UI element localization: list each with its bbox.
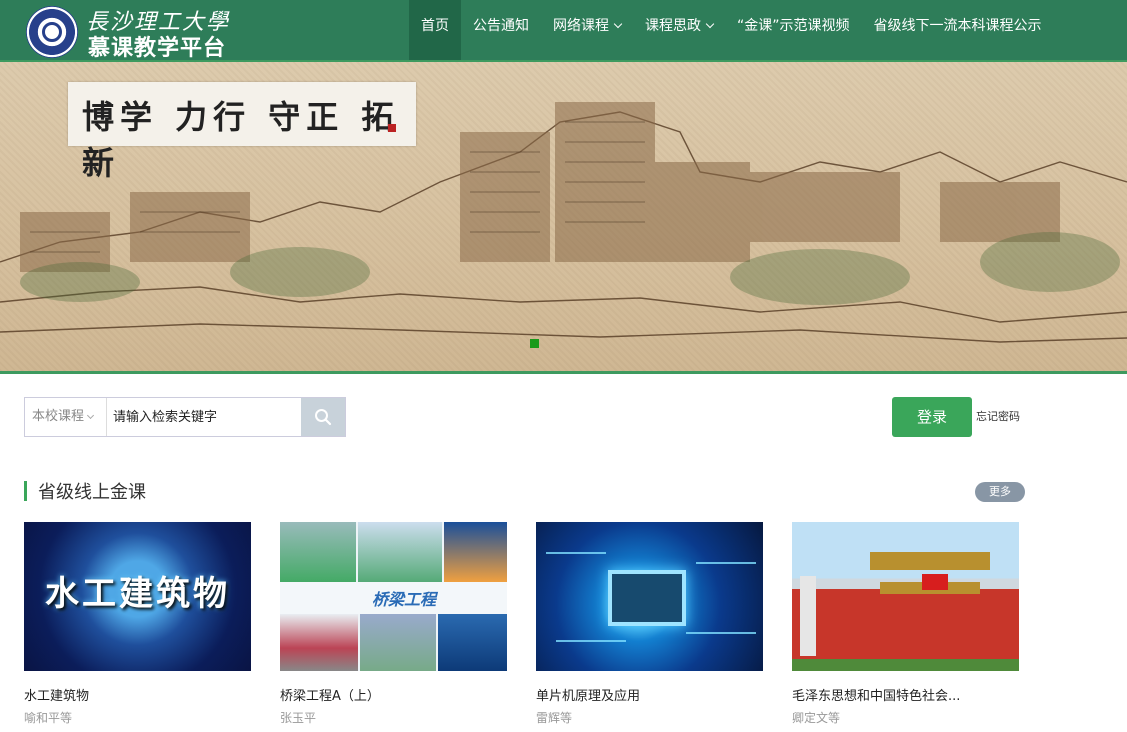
microchip-icon: [608, 570, 686, 626]
search-scope-label: 本校课程: [32, 409, 85, 424]
nav-item-label: 课程思政: [645, 18, 701, 34]
search-button[interactable]: [301, 398, 345, 436]
section-accent-bar: [24, 481, 27, 501]
nav-item-label: 省级线下一流本科课程公示: [873, 18, 1042, 34]
nav-item-announcements[interactable]: 公告通知: [461, 0, 541, 60]
more-button[interactable]: 更多: [975, 482, 1025, 502]
search-icon: [315, 409, 332, 426]
top-header: 長沙理工大學 慕课教学平台 首页 公告通知 网络课程 课程思政 “金课”示范课视…: [0, 0, 1127, 61]
course-name[interactable]: 毛泽东思想和中国特色社会...: [792, 685, 1019, 704]
nav-item-label: 网络课程: [553, 18, 609, 34]
nav-item-online-courses[interactable]: 网络课程: [541, 0, 633, 60]
logo-title: 慕课教学平台: [88, 36, 227, 61]
university-emblem-icon: [26, 6, 78, 58]
site-logo[interactable]: 長沙理工大學 慕课教学平台: [26, 4, 266, 61]
course-card[interactable]: 桥梁工程 桥梁工程A（上） 张玉平: [280, 522, 507, 726]
seal-stamp-icon: [388, 124, 396, 132]
course-thumbnail[interactable]: 水工建筑物: [24, 522, 251, 671]
main-nav: 首页 公告通知 网络课程 课程思政 “金课”示范课视频 省级线下一流本科课程公示: [409, 0, 1054, 60]
course-card[interactable]: 水工建筑物 水工建筑物 喻和平等: [24, 522, 251, 726]
school-motto-plaque: 博学 力行 守正 拓新: [68, 82, 416, 182]
course-card-list: 水工建筑物 水工建筑物 喻和平等 桥梁工程 桥梁工程A（上） 张玉平 单片机原理…: [24, 522, 1024, 732]
course-teacher: 张玉平: [280, 711, 317, 725]
search-scope-select[interactable]: 本校课程: [25, 398, 107, 436]
course-teacher: 喻和平等: [24, 711, 73, 725]
nav-item-label: 首页: [421, 18, 449, 34]
red-flag-icon: [922, 574, 948, 590]
school-motto-text: 博学 力行 守正 拓新: [82, 98, 400, 182]
chevron-down-icon: [86, 411, 95, 420]
course-teacher: 雷辉等: [536, 711, 573, 725]
course-card[interactable]: 单片机原理及应用 雷辉等: [536, 522, 763, 726]
hero-banner[interactable]: 博学 力行 守正 拓新: [0, 60, 1127, 374]
chevron-down-icon: [705, 19, 715, 29]
course-thumbnail[interactable]: [536, 522, 763, 671]
course-name[interactable]: 单片机原理及应用: [536, 685, 763, 704]
login-button[interactable]: 登录: [892, 397, 972, 437]
nav-item-label: 公告通知: [473, 18, 529, 34]
section-title: 省级线上金课: [38, 482, 146, 503]
chevron-down-icon: [613, 19, 623, 29]
course-name[interactable]: 桥梁工程A（上）: [280, 685, 507, 704]
forgot-password-link[interactable]: 忘记密码: [976, 408, 1020, 424]
search-input[interactable]: [107, 398, 301, 436]
course-search: 本校课程: [24, 397, 346, 437]
nav-item-course-ideology[interactable]: 课程思政: [633, 0, 725, 60]
course-teacher: 卿定文等: [792, 711, 841, 725]
nav-item-offline-course-notice[interactable]: 省级线下一流本科课程公示: [862, 0, 1054, 60]
nav-item-home[interactable]: 首页: [409, 0, 461, 60]
course-name[interactable]: 水工建筑物: [24, 685, 251, 704]
course-card[interactable]: 毛泽东思想和中国特色社会... 卿定文等: [792, 522, 1019, 726]
nav-item-golden-course-videos[interactable]: “金课”示范课视频: [725, 0, 862, 60]
thumbnail-title: 水工建筑物: [45, 574, 230, 614]
course-thumbnail[interactable]: [792, 522, 1019, 671]
nav-item-label: “金课”示范课视频: [737, 18, 850, 34]
carousel-indicator-active[interactable]: [530, 339, 539, 348]
course-thumbnail[interactable]: 桥梁工程: [280, 522, 507, 671]
thumbnail-title: 桥梁工程: [372, 590, 437, 609]
